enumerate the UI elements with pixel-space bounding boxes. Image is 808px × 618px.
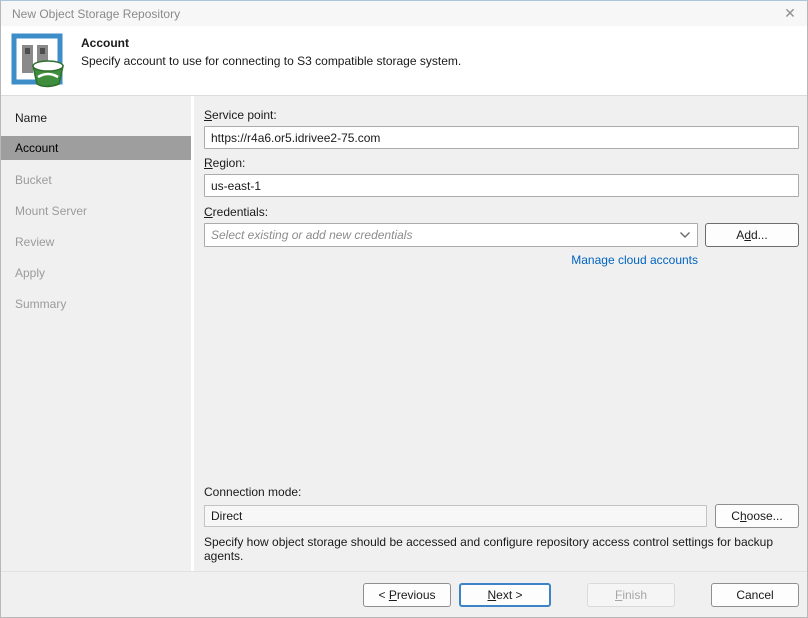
manage-row: Manage cloud accounts — [204, 247, 799, 267]
sidebar-item-mount-server: Mount Server — [1, 195, 191, 226]
wizard-body: Name Account Bucket Mount Server Review … — [1, 96, 807, 571]
choose-connection-mode-button[interactable]: Choose... — [715, 504, 799, 528]
account-step-form: Service point: Region: Credentials: Sele… — [194, 96, 807, 571]
sidebar-item-account[interactable]: Account — [1, 136, 191, 160]
spacer — [204, 267, 799, 485]
chevron-down-icon — [679, 231, 691, 239]
connection-mode-value — [204, 505, 707, 527]
sidebar-item-apply: Apply — [1, 257, 191, 288]
sidebar-item-summary: Summary — [1, 288, 191, 319]
next-button[interactable]: Next > — [459, 583, 551, 607]
credentials-label: Credentials: — [204, 205, 799, 219]
credentials-combobox[interactable]: Select existing or add new credentials — [204, 223, 698, 247]
previous-button[interactable]: < Previous — [363, 583, 451, 607]
region-input[interactable] — [204, 174, 799, 197]
manage-cloud-accounts-link[interactable]: Manage cloud accounts — [571, 253, 698, 267]
credentials-row: Select existing or add new credentials A… — [204, 223, 799, 247]
connection-mode-description: Specify how object storage should be acc… — [204, 528, 799, 571]
sidebar-item-name[interactable]: Name — [1, 102, 191, 133]
connection-mode-label: Connection mode: — [204, 485, 799, 499]
wizard-header: Account Specify account to use for conne… — [1, 26, 807, 96]
title-bar: New Object Storage Repository ✕ — [1, 1, 807, 26]
sidebar-item-bucket: Bucket — [1, 164, 191, 195]
object-storage-repository-icon — [11, 33, 67, 89]
wizard-steps-sidebar: Name Account Bucket Mount Server Review … — [1, 96, 194, 571]
service-point-label: Service point: — [204, 108, 799, 122]
new-object-storage-repository-dialog: New Object Storage Repository ✕ Account — [0, 0, 808, 618]
credentials-placeholder: Select existing or add new credentials — [211, 228, 679, 242]
close-icon: ✕ — [784, 5, 796, 22]
region-label: Region: — [204, 156, 799, 170]
page-subtitle: Specify account to use for connecting to… — [81, 54, 461, 68]
header-text: Account Specify account to use for conne… — [81, 33, 461, 68]
add-credentials-button[interactable]: Add... — [705, 223, 799, 247]
finish-button: Finish — [587, 583, 675, 607]
window-title: New Object Storage Repository — [12, 7, 773, 21]
wizard-footer: < Previous Next > Finish Cancel — [1, 571, 807, 617]
page-title: Account — [81, 36, 461, 50]
service-point-input[interactable] — [204, 126, 799, 149]
sidebar-item-review: Review — [1, 226, 191, 257]
cancel-button[interactable]: Cancel — [711, 583, 799, 607]
connection-mode-row: Choose... — [204, 504, 799, 528]
close-button[interactable]: ✕ — [773, 1, 807, 26]
